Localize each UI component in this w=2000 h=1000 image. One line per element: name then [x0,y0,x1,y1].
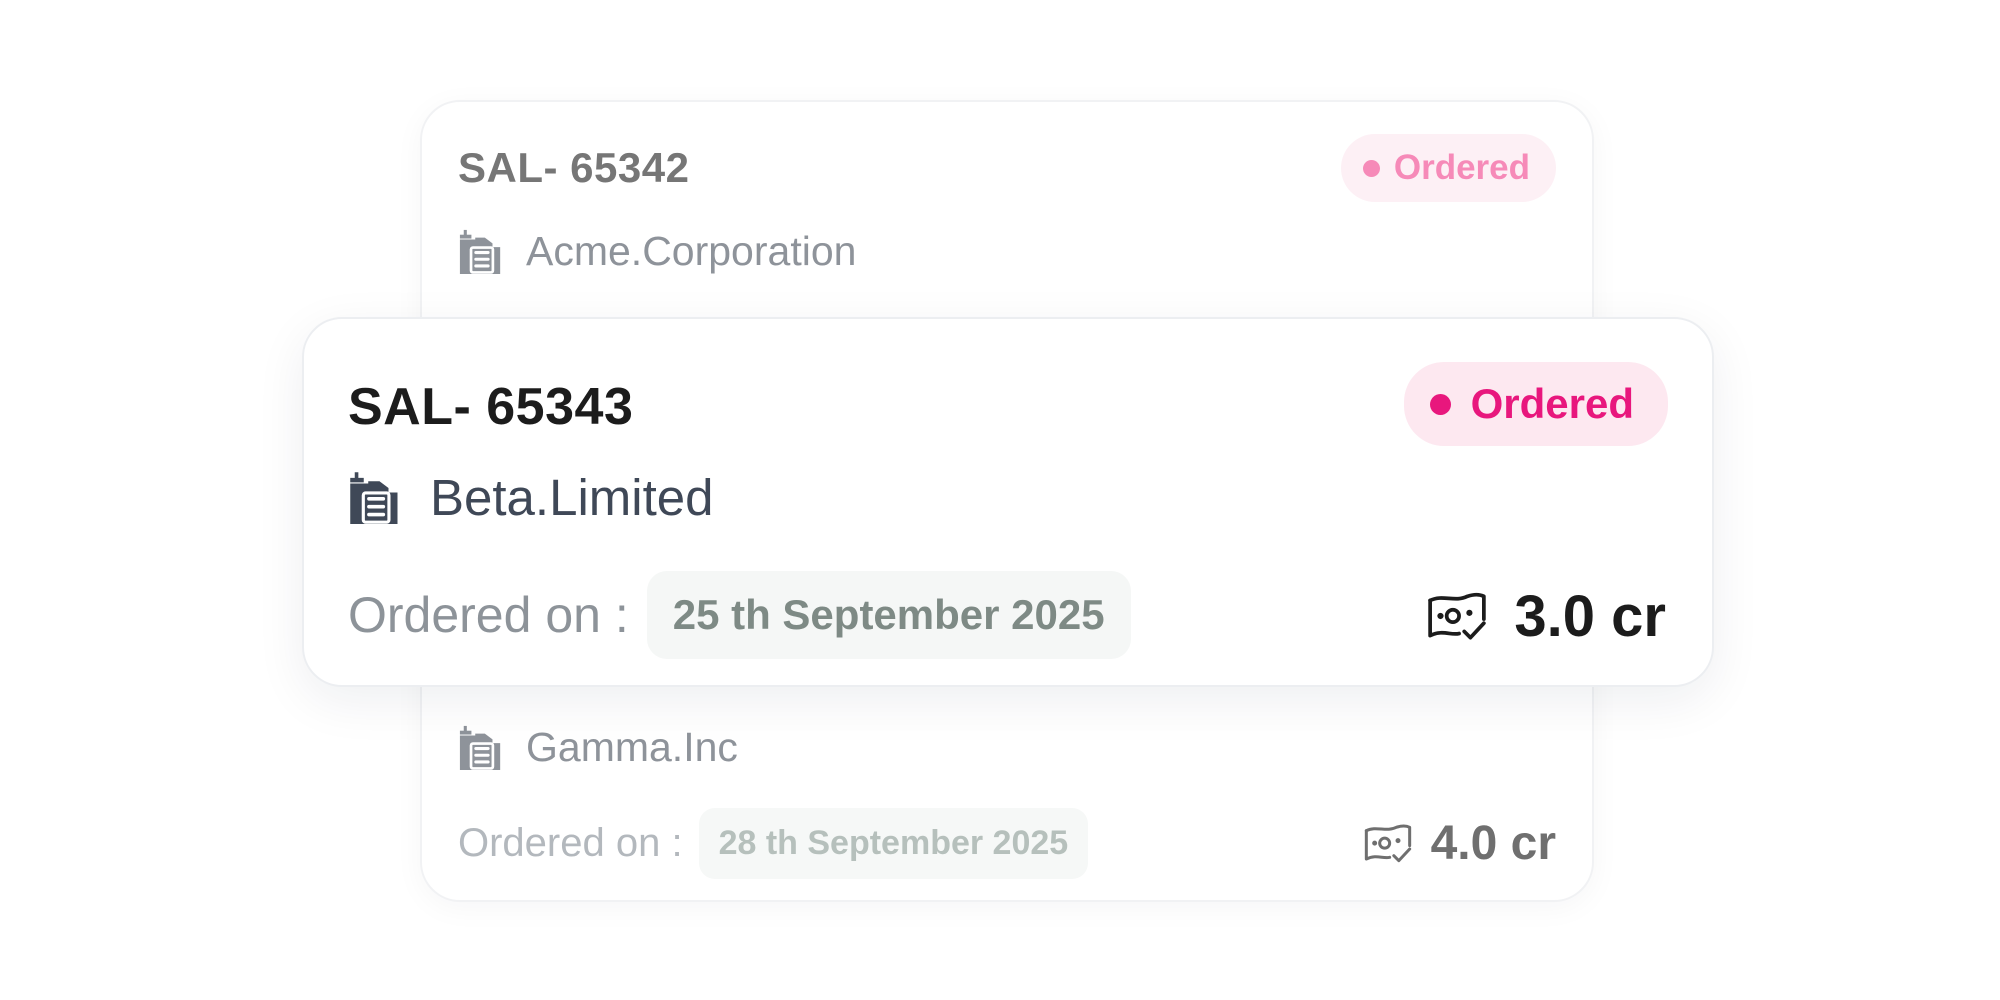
ordered-on-row: Ordered on : 28 th September 2025 [458,808,1089,879]
building-icon [348,467,402,527]
status-dot [1362,159,1380,177]
status-dot [1429,393,1451,415]
company-row: Gamma.Inc [458,722,738,772]
ordered-on-row: Ordered on : 25 th September 2025 [348,571,1131,659]
company-name: Acme.Corporation [526,227,857,274]
status-badge: Ordered [1340,134,1556,202]
building-icon [458,722,504,772]
ordered-on-label: Ordered on : [348,587,629,643]
status-badge: Ordered [1403,362,1668,446]
order-id: SAL- 65342 [458,144,690,191]
order-cards-stack: SAL- 65342 Ordered Acme.Corporation Gamm… [0,0,2000,1000]
order-amount: 3.0 cr [1426,583,1666,650]
company-row: Beta.Limited [348,467,714,527]
ordered-on-label: Ordered on : [458,821,683,865]
amount-value: 4.0 cr [1430,817,1556,870]
ordered-date: 25 th September 2025 [646,571,1131,659]
status-label: Ordered [1470,380,1634,427]
money-verified-icon [1426,590,1488,644]
order-card[interactable]: SAL- 65343 Ordered Beta.Limited Ordered … [302,317,1714,687]
company-row: Acme.Corporation [458,226,856,276]
company-name: Gamma.Inc [526,723,738,770]
status-label: Ordered [1393,148,1530,187]
order-amount: 4.0 cr [1363,816,1556,871]
money-verified-icon [1363,822,1413,866]
card-header: SAL- 65342 Ordered [458,134,1556,202]
card-footer: Ordered on : 28 th September 2025 4.0 cr [458,808,1556,879]
company-name: Beta.Limited [430,468,714,526]
ordered-date: 28 th September 2025 [698,808,1089,879]
amount-value: 3.0 cr [1514,584,1666,649]
building-icon [458,226,504,276]
order-id: SAL- 65343 [348,378,634,436]
